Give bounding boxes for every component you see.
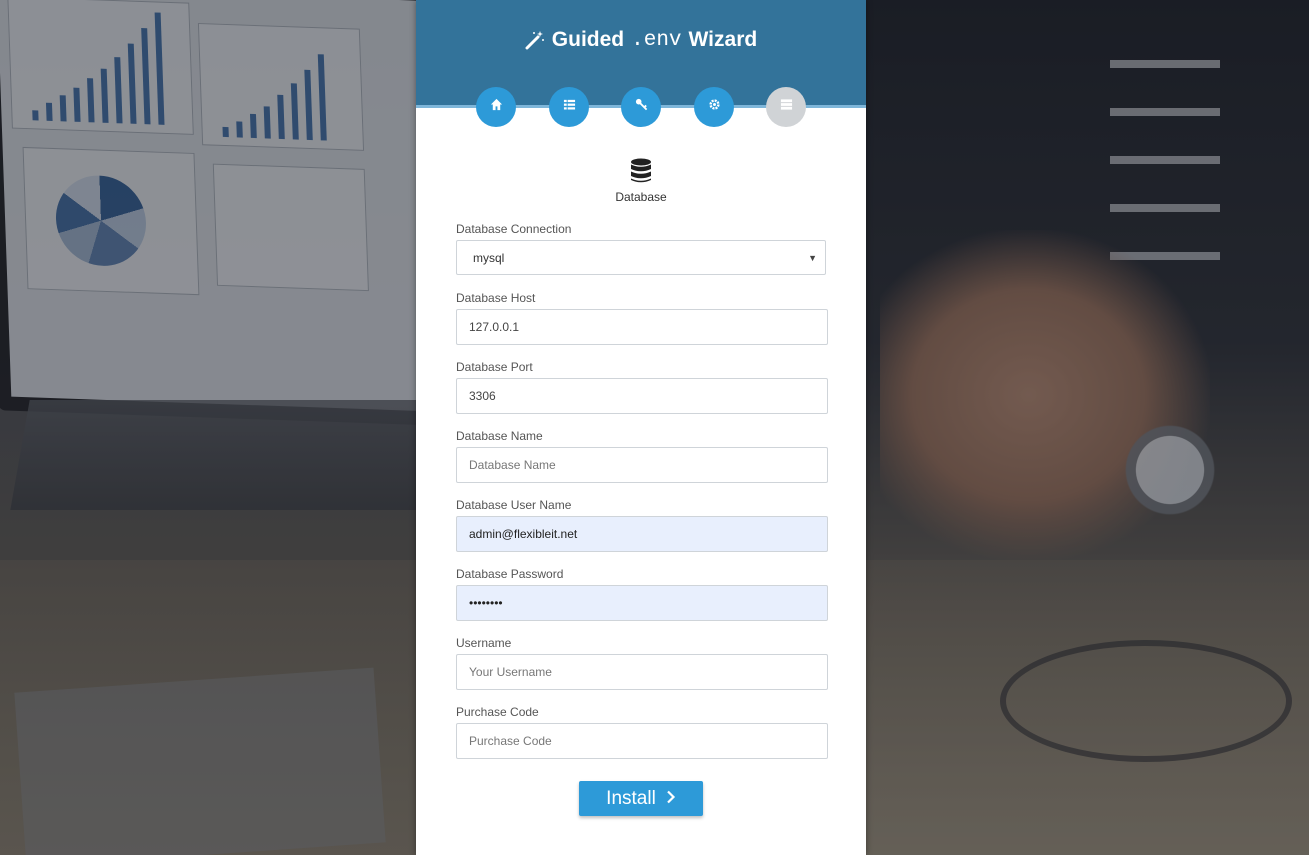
purchase-code-label: Purchase Code xyxy=(456,705,539,719)
connection-label: Database Connection xyxy=(456,222,572,236)
title-code: .env xyxy=(631,28,682,52)
title-suffix: Wizard xyxy=(688,28,758,51)
list-icon xyxy=(563,98,576,116)
section-label: Database xyxy=(615,190,667,204)
field-connection: Database Connection mysql ▼ xyxy=(456,222,828,291)
db-name-label: Database Name xyxy=(456,429,543,443)
port-input[interactable] xyxy=(456,378,828,414)
db-name-input[interactable] xyxy=(456,447,828,483)
field-username: Username xyxy=(456,636,828,705)
home-icon xyxy=(490,98,503,116)
username-input[interactable] xyxy=(456,654,828,690)
caret-down-icon: ▼ xyxy=(808,252,817,263)
host-label: Database Host xyxy=(456,291,536,305)
field-host: Database Host xyxy=(456,291,828,360)
step-environment[interactable] xyxy=(766,87,806,127)
field-db-user: Database User Name xyxy=(456,498,828,567)
install-button[interactable]: Install xyxy=(579,781,703,816)
server-icon xyxy=(780,98,793,116)
username-label: Username xyxy=(456,636,512,650)
db-user-input[interactable] xyxy=(456,516,828,552)
install-label: Install xyxy=(606,787,656,809)
gear-icon xyxy=(708,98,721,116)
host-input[interactable] xyxy=(456,309,828,345)
wizard-title: Guided .env Wizard xyxy=(416,28,866,52)
database-icon xyxy=(629,158,653,184)
key-icon xyxy=(635,98,648,116)
step-settings[interactable] xyxy=(694,87,734,127)
field-purchase-code: Purchase Code xyxy=(456,705,828,774)
step-requirements[interactable] xyxy=(549,87,589,127)
wizard-steps xyxy=(416,87,866,127)
magic-wand-icon xyxy=(525,30,545,50)
step-home[interactable] xyxy=(476,87,516,127)
field-db-password: Database Password xyxy=(456,567,828,636)
db-password-label: Database Password xyxy=(456,567,564,581)
port-label: Database Port xyxy=(456,360,533,374)
purchase-code-input[interactable] xyxy=(456,723,828,759)
field-port: Database Port xyxy=(456,360,828,429)
database-form: Database Connection mysql ▼ Database Hos… xyxy=(456,222,828,774)
db-password-input[interactable] xyxy=(456,585,828,621)
connection-select[interactable]: mysql ▼ xyxy=(456,240,826,275)
step-permissions[interactable] xyxy=(621,87,661,127)
title-prefix: Guided xyxy=(551,28,625,51)
connection-value: mysql xyxy=(473,250,505,265)
field-db-name: Database Name xyxy=(456,429,828,498)
chevron-right-icon xyxy=(666,788,676,810)
db-user-label: Database User Name xyxy=(456,498,572,512)
wizard-card: Guided .env Wizard Database Database Con… xyxy=(416,0,866,855)
